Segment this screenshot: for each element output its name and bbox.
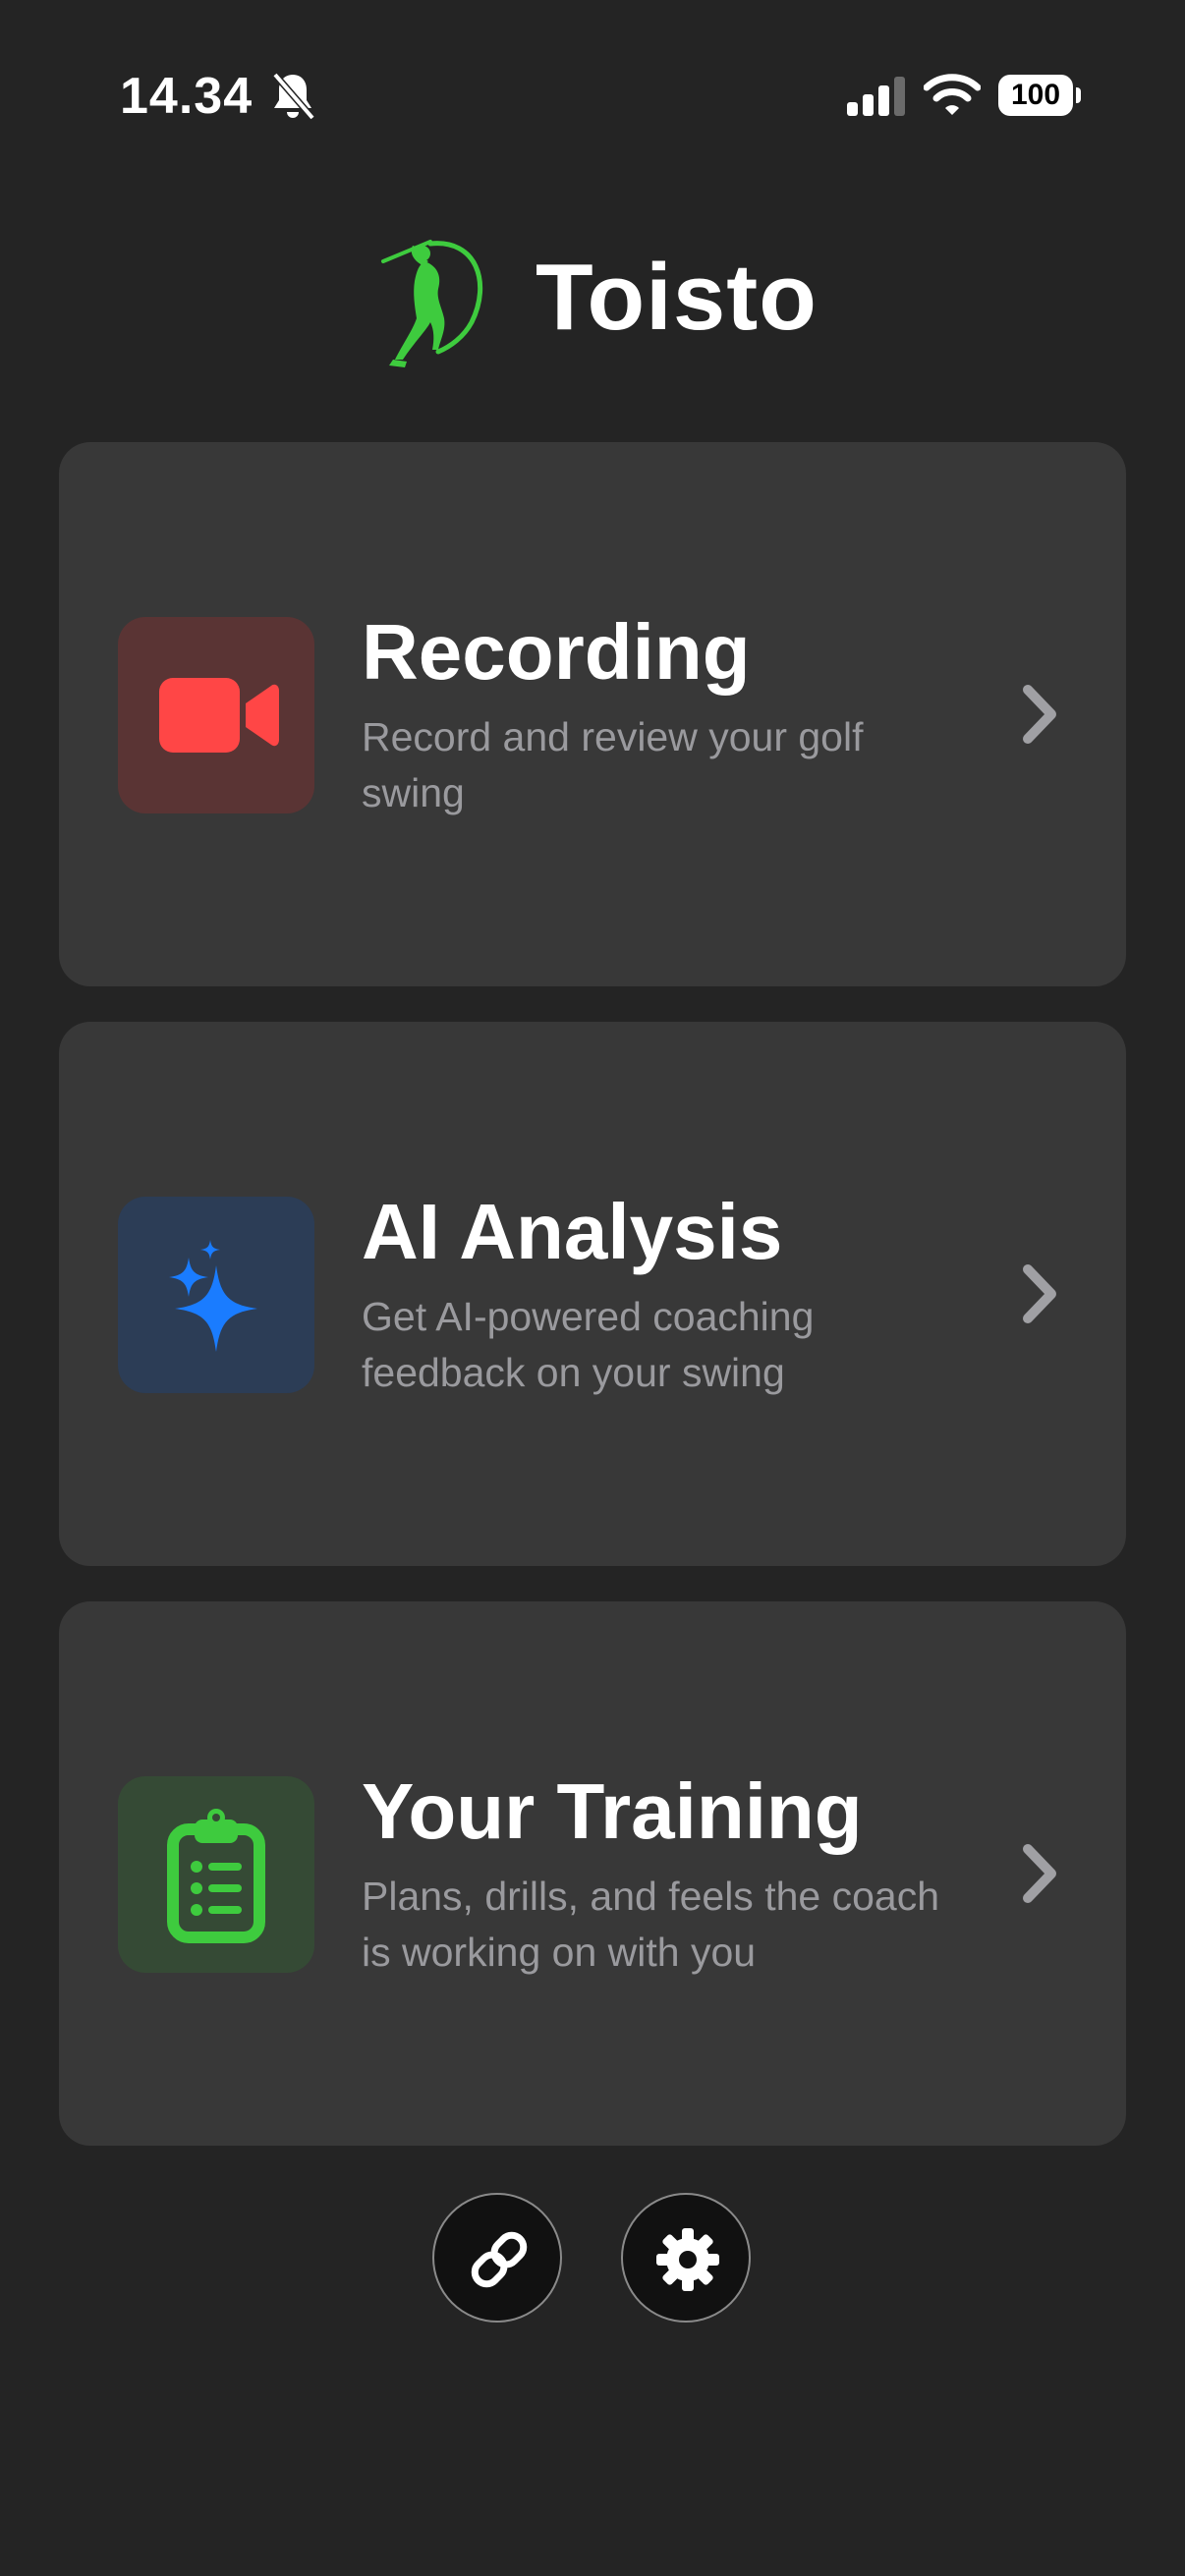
app-header: Toisto: [0, 216, 1185, 373]
cellular-signal-icon: [847, 77, 905, 116]
sparkles-icon: [169, 1240, 257, 1352]
golfer-logo-icon: [381, 240, 482, 367]
recording-icon-box: [118, 617, 314, 813]
ai-analysis-card[interactable]: AI Analysis Get AI-powered coaching feed…: [59, 1022, 1126, 1566]
status-time: 14.34: [120, 68, 254, 125]
your-training-subtitle: Plans, drills, and feels the coach is wo…: [362, 1874, 939, 1975]
recording-card[interactable]: Recording Record and review your golf sw…: [59, 442, 1126, 986]
status-bar: 14.34 100: [0, 0, 1185, 187]
link-button[interactable]: [432, 2193, 562, 2323]
training-icon-box: [118, 1776, 314, 1973]
bell-slash-icon: [272, 72, 315, 121]
home-screen: 14.34 100 Toisto Recording Record and re…: [0, 0, 1185, 2576]
battery-level: 100: [998, 75, 1073, 116]
chevron-right-icon: [1023, 1844, 1056, 1903]
battery-tip: [1076, 87, 1081, 103]
app-title: Toisto: [536, 245, 818, 350]
your-training-card[interactable]: Your Training Plans, drills, and feels t…: [59, 1601, 1126, 2146]
chevron-right-icon: [1023, 1264, 1056, 1323]
recording-title: Recording: [362, 608, 751, 696]
video-camera-icon: [159, 678, 279, 753]
ai-analysis-title: AI Analysis: [362, 1188, 783, 1275]
clipboard-list-icon: [167, 1809, 265, 1943]
your-training-title: Your Training: [362, 1767, 863, 1855]
ai-analysis-icon-box: [118, 1197, 314, 1393]
ai-analysis-subtitle: Get AI-powered coaching feedback on your…: [362, 1294, 815, 1395]
battery-icon: 100: [998, 75, 1081, 116]
settings-button[interactable]: [621, 2193, 751, 2323]
link-icon: [471, 2231, 528, 2288]
gear-icon: [656, 2228, 719, 2291]
wifi-icon: [924, 74, 981, 115]
chevron-right-icon: [1023, 685, 1056, 744]
recording-subtitle: Record and review your golf swing: [362, 714, 864, 815]
